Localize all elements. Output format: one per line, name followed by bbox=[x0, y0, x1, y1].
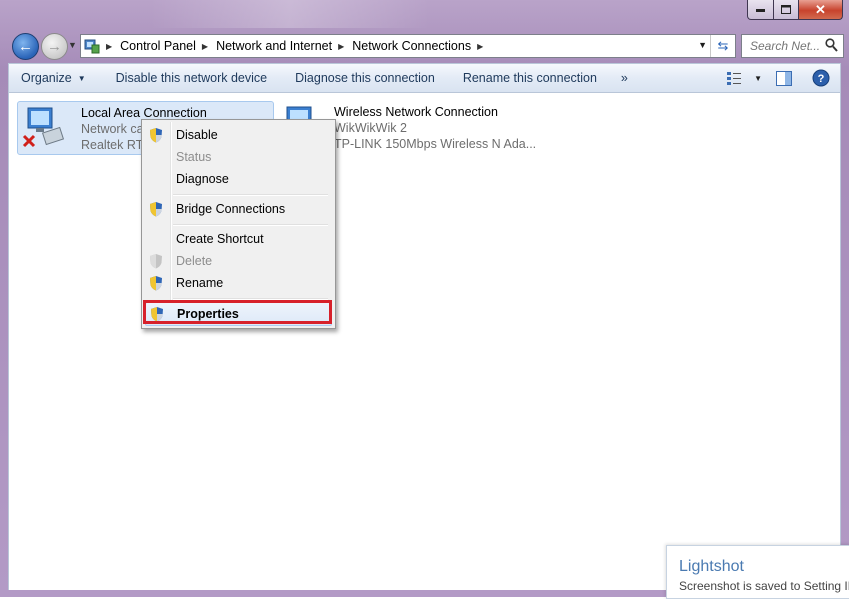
more-commands-icon: » bbox=[620, 71, 628, 85]
breadcrumb-network-connections[interactable]: Network Connections ▶ bbox=[352, 39, 491, 53]
rename-connection-label: Rename this connection bbox=[462, 71, 597, 85]
help-icon[interactable]: ? bbox=[812, 69, 830, 87]
menu-item-create-shortcut[interactable]: Create Shortcut bbox=[145, 228, 330, 250]
search-input[interactable] bbox=[748, 38, 826, 54]
recent-pages-dropdown[interactable]: ▼ bbox=[68, 40, 77, 50]
navigation-bar: ← → ▼ ▶ Control Panel ▶ Network and Inter… bbox=[0, 28, 849, 62]
menu-item-disable[interactable]: Disable bbox=[145, 124, 330, 146]
address-dropdown-icon[interactable]: ▼ bbox=[698, 40, 707, 50]
svg-text:?: ? bbox=[818, 73, 825, 85]
window-controls: ✕ bbox=[747, 0, 843, 20]
menu-item-label: Bridge Connections bbox=[176, 202, 286, 216]
organize-label: Organize bbox=[21, 71, 72, 85]
rename-connection-button[interactable]: Rename this connection bbox=[451, 63, 609, 93]
forward-button[interactable]: → bbox=[41, 33, 68, 60]
connection-adapter: TP-LINK 150Mbps Wireless N Ada... bbox=[334, 137, 537, 151]
close-icon: ✕ bbox=[815, 1, 826, 17]
connection-name: Wireless Network Connection bbox=[334, 105, 498, 119]
wireless-connection-text: Wireless Network Connection WikWikWik 2 … bbox=[334, 104, 536, 152]
chevron-down-icon: ▼ bbox=[77, 73, 86, 83]
more-commands-button[interactable]: » bbox=[609, 63, 640, 93]
search-box[interactable] bbox=[741, 34, 844, 58]
forward-arrow-icon: → bbox=[47, 38, 62, 55]
back-arrow-icon: ← bbox=[18, 38, 33, 55]
details-view-icon bbox=[727, 72, 742, 85]
command-bar: Organize ▼ Disable this network device D… bbox=[8, 63, 841, 93]
view-controls: ▼ ? bbox=[726, 64, 840, 92]
menu-item-bridge-connections[interactable]: Bridge Connections bbox=[145, 198, 330, 220]
change-view-button[interactable]: ▼ bbox=[726, 71, 762, 85]
title-bar-glass bbox=[150, 0, 430, 28]
maximize-button[interactable] bbox=[774, 0, 799, 20]
refresh-icon: ⇆ bbox=[717, 38, 729, 53]
menu-item-diagnose[interactable]: Diagnose bbox=[145, 168, 330, 190]
disable-device-button[interactable]: Disable this network device bbox=[104, 63, 279, 93]
view-options-chevron-icon[interactable]: ▼ bbox=[754, 74, 762, 83]
minimize-icon bbox=[755, 8, 765, 12]
menu-item-status[interactable]: Status bbox=[145, 146, 330, 168]
menu-item-delete[interactable]: Delete bbox=[145, 250, 330, 272]
back-button[interactable]: ← bbox=[12, 33, 39, 60]
connection-status: WikWikWik 2 bbox=[334, 121, 407, 135]
address-bar[interactable]: ▶ Control Panel ▶ Network and Internet ▶ N… bbox=[80, 34, 736, 58]
menu-separator bbox=[173, 194, 328, 196]
notification-title: Lightshot bbox=[679, 558, 744, 575]
menu-item-label: Rename bbox=[176, 276, 224, 290]
refresh-button[interactable]: ⇆ bbox=[710, 35, 735, 57]
menu-item-label: Create Shortcut bbox=[176, 232, 264, 246]
menu-item-label: Delete bbox=[176, 254, 213, 268]
connections-list-pane bbox=[8, 93, 841, 590]
diagnose-connection-label: Diagnose this connection bbox=[295, 71, 435, 85]
organize-menu-button[interactable]: Organize ▼ bbox=[9, 63, 98, 93]
close-button[interactable]: ✕ bbox=[799, 0, 843, 20]
maximize-icon bbox=[780, 5, 791, 14]
minimize-button[interactable] bbox=[747, 0, 774, 20]
menu-separator bbox=[173, 224, 328, 226]
wired-network-adapter-icon bbox=[22, 107, 65, 148]
menu-item-rename[interactable]: Rename bbox=[145, 272, 330, 294]
menu-item-label: Diagnose bbox=[176, 172, 229, 186]
menu-item-label: Status bbox=[176, 150, 212, 164]
uac-shield-icon bbox=[150, 276, 162, 291]
breadcrumb-network-and-internet[interactable]: Network and Internet ▶ bbox=[216, 39, 352, 53]
uac-shield-disabled-icon bbox=[150, 254, 162, 269]
search-icon[interactable] bbox=[825, 38, 838, 52]
context-menu: Disable Status Diagnose Bridge Connectio… bbox=[141, 119, 336, 329]
breadcrumb-root-arrow[interactable]: ▶ bbox=[104, 42, 120, 51]
network-folder-icon bbox=[84, 39, 100, 54]
notification-message: Screenshot is saved to Setting IP bbox=[679, 579, 849, 593]
lightshot-notification[interactable]: Lightshot Screenshot is saved to Setting… bbox=[666, 545, 849, 599]
disable-device-label: Disable this network device bbox=[115, 71, 268, 85]
properties-highlight-box bbox=[143, 300, 332, 324]
menu-item-label: Disable bbox=[176, 128, 218, 142]
diagnose-connection-button[interactable]: Diagnose this connection bbox=[283, 63, 447, 93]
breadcrumb-control-panel[interactable]: Control Panel ▶ bbox=[120, 39, 216, 53]
preview-pane-icon[interactable] bbox=[776, 70, 792, 86]
uac-shield-icon bbox=[150, 128, 162, 143]
uac-shield-icon bbox=[150, 202, 162, 217]
